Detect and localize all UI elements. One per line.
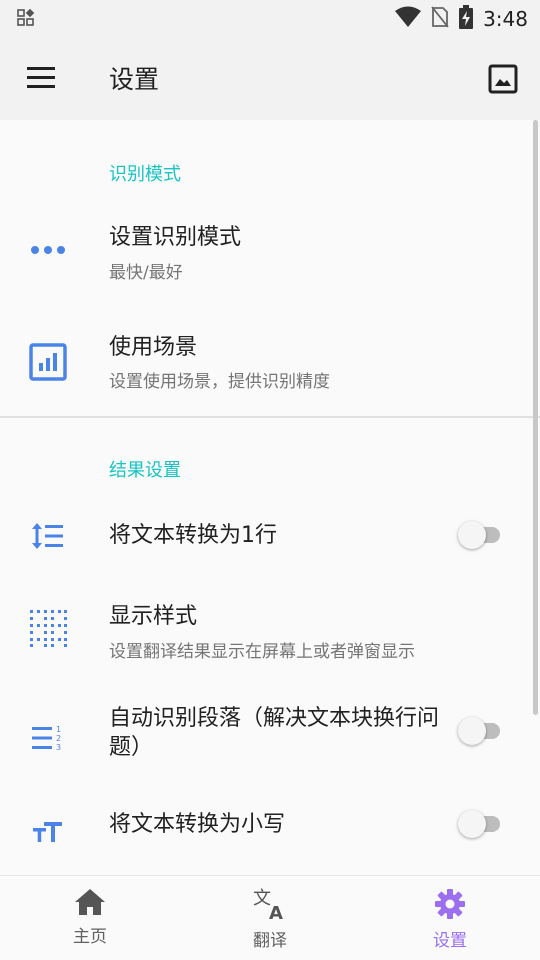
app-bar: 设置 xyxy=(0,38,540,120)
setting-title: 显示样式 xyxy=(109,604,198,629)
home-icon xyxy=(35,888,145,916)
nav-label: 主页 xyxy=(73,927,107,947)
setting-title: 使用场景 xyxy=(109,335,198,360)
setting-usage-scene[interactable]: 使用场景 设置使用场景，提供识别精度 xyxy=(0,318,540,416)
nav-home[interactable]: 主页 xyxy=(35,888,145,953)
battery-charging-icon xyxy=(459,5,474,33)
no-sim-icon xyxy=(431,6,449,32)
setting-summary: 设置使用场景，提供识别精度 xyxy=(109,372,330,392)
settings-list[interactable]: 识别模式 设置识别模式 最快/最好 使用场景 设置使用场景，提供识别精度 结果设… xyxy=(0,120,540,875)
settings-icon xyxy=(395,888,505,920)
image-icon[interactable] xyxy=(488,64,518,94)
dotted-grid-icon xyxy=(26,606,70,650)
line-spacing-icon xyxy=(26,514,70,558)
app-grid-icon xyxy=(17,8,35,31)
bar-chart-icon xyxy=(26,340,70,384)
setting-convert-to-lowercase[interactable]: 将文本转换为小写 xyxy=(0,794,540,875)
svg-text:A: A xyxy=(269,903,283,920)
setting-auto-paragraph[interactable]: 1 2 3 自动识别段落（解决文本块换行问题） xyxy=(0,694,540,794)
svg-text:3: 3 xyxy=(56,743,61,752)
nav-translate[interactable]: 文 A 翻译 xyxy=(215,888,325,953)
toggle-switch[interactable] xyxy=(458,810,500,838)
toggle-knob xyxy=(458,521,486,549)
more-horiz-icon xyxy=(26,228,70,272)
text-size-icon xyxy=(26,810,70,854)
setting-summary: 设置翻译结果显示在屏幕上或者弹窗显示 xyxy=(109,642,415,662)
nav-settings[interactable]: 设置 xyxy=(395,888,505,953)
toggle-knob xyxy=(458,717,486,745)
bottom-navigation: 主页 文 A 翻译 设置 xyxy=(0,875,540,960)
svg-text:2: 2 xyxy=(56,734,61,743)
svg-text:1: 1 xyxy=(56,725,61,734)
setting-display-style[interactable]: 显示样式 设置翻译结果显示在屏幕上或者弹窗显示 xyxy=(0,572,540,682)
wifi-icon xyxy=(395,6,422,32)
scrollbar[interactable] xyxy=(533,120,538,715)
setting-title: 将文本转换为1行 xyxy=(109,523,277,548)
status-bar: 3:48 xyxy=(0,0,540,38)
setting-recognition-mode[interactable]: 设置识别模式 最快/最好 xyxy=(0,208,540,318)
toggle-switch[interactable] xyxy=(458,521,500,549)
toggle-switch[interactable] xyxy=(458,717,500,745)
section-divider xyxy=(0,416,540,418)
section-title-result-settings: 结果设置 xyxy=(109,460,181,481)
translate-icon: 文 A xyxy=(215,888,325,920)
section-title-recognition-mode: 识别模式 xyxy=(109,164,181,185)
setting-summary: 最快/最好 xyxy=(109,263,183,283)
setting-title: 设置识别模式 xyxy=(109,225,242,250)
menu-icon[interactable] xyxy=(26,66,58,90)
setting-convert-to-one-line[interactable]: 将文本转换为1行 xyxy=(0,500,540,572)
setting-title: 将文本转换为小写 xyxy=(109,812,286,837)
page-title: 设置 xyxy=(109,65,160,94)
nav-label: 设置 xyxy=(433,931,467,951)
numbered-list-icon: 1 2 3 xyxy=(26,716,70,760)
setting-title: 自动识别段落（解决文本块换行问题） xyxy=(109,706,440,760)
status-time: 3:48 xyxy=(483,7,528,31)
toggle-knob xyxy=(458,810,486,838)
nav-label: 翻译 xyxy=(253,931,287,951)
